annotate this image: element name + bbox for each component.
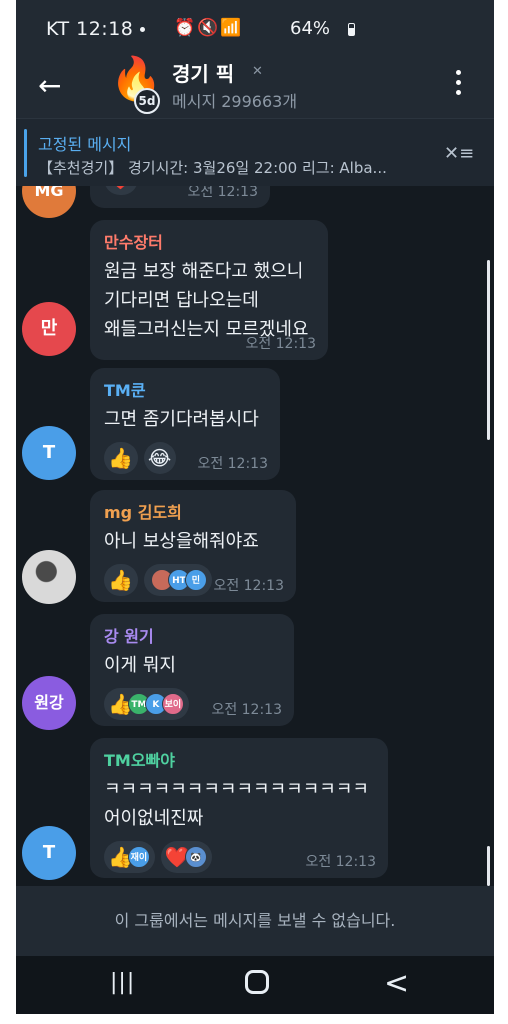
more-menu-icon[interactable]: [450, 70, 466, 100]
reaction-emoji: 👍: [108, 568, 133, 592]
back-arrow-icon[interactable]: ←: [38, 69, 61, 102]
message-bubble[interactable]: 만수장터 원금 보장 해준다고 했으니 기다리면 답나오는데 왜들그러신는지 모르겠네…: [90, 220, 328, 360]
message-bubble[interactable]: 강 원기이게 뭐지 👍 TM K 보이 오전 12:13: [90, 614, 294, 726]
mute-icon: ✕: [252, 64, 263, 79]
sender-name[interactable]: TM쿤: [104, 377, 266, 401]
message-text: 이게 뭐지: [104, 655, 176, 676]
sender-name[interactable]: mg 김도희: [104, 499, 282, 523]
message-timestamp: 오전 12:13: [197, 456, 268, 472]
chat-messages[interactable]: MG ❤️ 오전 12:13 만 만수장터원금 보장 해준다고 했으니기다리면 답나오는…: [16, 186, 494, 886]
message-count: 메시지 299663개: [172, 92, 298, 111]
reaction-pill[interactable]: 👍: [104, 564, 138, 596]
sender-avatar[interactable]: 만: [22, 302, 76, 356]
reactor-avatar: 보이: [161, 693, 184, 715]
message-bubble[interactable]: TM쿤그면 좀기다려봅시다 👍 😂 오전 12:13: [90, 368, 280, 480]
status-time: KT 12:18: [46, 18, 134, 40]
reaction-pill[interactable]: ❤️: [104, 186, 138, 195]
sender-name[interactable]: 만수장터: [104, 229, 314, 253]
sender-name[interactable]: 강 원기: [104, 623, 280, 647]
scrollbar[interactable]: [487, 260, 490, 440]
reaction-emoji: ❤️: [108, 186, 133, 189]
status-icons: ⏰🔇📶: [174, 18, 244, 38]
message-text: 그면 좀기다려봅시다: [104, 409, 259, 430]
message-text: 기다리면 답나오는데: [104, 290, 259, 311]
chat-header: ← 🔥 5d 경기 픽 ✕ 메시지 299663개: [16, 56, 494, 118]
sender-avatar[interactable]: MG: [22, 186, 76, 218]
message-bubble[interactable]: TM오빠야 ㅋㅋㅋㅋㅋㅋㅋㅋㅋㅋㅋㅋㅋㅋㅋㅋ 어이없네진짜 👍 재이 ❤️ 🐼 오전 12:1…: [90, 738, 388, 878]
message-timestamp: 오전 12:13: [187, 186, 258, 200]
message-timestamp: 오전 12:13: [213, 578, 284, 594]
sender-avatar[interactable]: T: [22, 426, 76, 480]
pinned-text: 【추천경기】 경기시간: 3월26일 22:00 리그: Alba...: [38, 159, 387, 177]
cannot-send-notice: 이 그룹에서는 메시지를 보낼 수 없습니다.: [16, 886, 494, 956]
message-timestamp: 오전 12:13: [305, 854, 376, 870]
group-avatar[interactable]: 🔥 5d: [108, 58, 162, 114]
message-text: 어이없네진짜: [104, 808, 204, 829]
message-text: 원금 보장 해준다고 했으니: [104, 261, 304, 282]
recent-apps-icon[interactable]: |||: [110, 970, 135, 995]
message-bubble[interactable]: mg 김도희아니 보상을해줘야죠 👍 HT 민 오전 12:13: [90, 490, 296, 602]
status-bar: KT 12:18 ⏰🔇📶 64%: [16, 0, 494, 56]
message-text: 아니 보상을해줘야죠: [104, 531, 259, 552]
nav-back-icon[interactable]: <: [384, 966, 409, 1001]
reaction-emoji: 😂: [147, 446, 172, 470]
reaction-pill[interactable]: HT 민: [143, 564, 212, 596]
phone-screen: KT 12:18 ⏰🔇📶 64% ← 🔥 5d 경기 픽 ✕ 메시지 29966…: [16, 0, 494, 1014]
reactor-avatar: 재이: [127, 846, 150, 868]
days-badge: 5d: [134, 88, 160, 114]
home-icon[interactable]: [245, 970, 269, 994]
battery-icon: [348, 23, 355, 36]
sender-name[interactable]: TM오빠야: [104, 747, 374, 771]
reaction-pill[interactable]: ❤️ 🐼: [160, 841, 212, 873]
reactor-avatar: 🐼: [184, 846, 207, 868]
unpin-icon[interactable]: ✕≡: [444, 143, 474, 164]
battery-percent: 64%: [290, 18, 331, 39]
reaction-pill[interactable]: 😂: [143, 442, 177, 474]
chat-title[interactable]: 경기 픽: [172, 58, 234, 87]
message-timestamp: 오전 12:13: [245, 336, 316, 352]
sender-avatar[interactable]: 원강: [22, 676, 76, 730]
reaction-pill[interactable]: 👍 TM K 보이: [104, 688, 189, 720]
reaction-emoji: 👍: [108, 446, 133, 470]
reaction-pill[interactable]: 👍 재이: [104, 841, 155, 873]
reaction-pill[interactable]: 👍: [104, 442, 138, 474]
message-bubble[interactable]: ❤️ 오전 12:13: [90, 186, 270, 208]
message-text: ㅋㅋㅋㅋㅋㅋㅋㅋㅋㅋㅋㅋㅋㅋㅋㅋ: [104, 779, 369, 800]
sender-avatar[interactable]: T: [22, 826, 76, 880]
notification-dot-icon: [140, 27, 145, 32]
pinned-title: 고정된 메시지: [38, 135, 132, 154]
pinned-message-bar[interactable]: 고정된 메시지 【추천경기】 경기시간: 3월26일 22:00 리그: Alb…: [16, 118, 494, 186]
pinned-accent-bar: [24, 129, 27, 177]
reactor-avatar: 민: [184, 569, 207, 591]
scrollbar-lower[interactable]: [487, 846, 490, 886]
message-timestamp: 오전 12:13: [211, 702, 282, 718]
system-nav-bar: ||| <: [16, 956, 494, 1014]
sender-avatar[interactable]: [22, 550, 76, 604]
